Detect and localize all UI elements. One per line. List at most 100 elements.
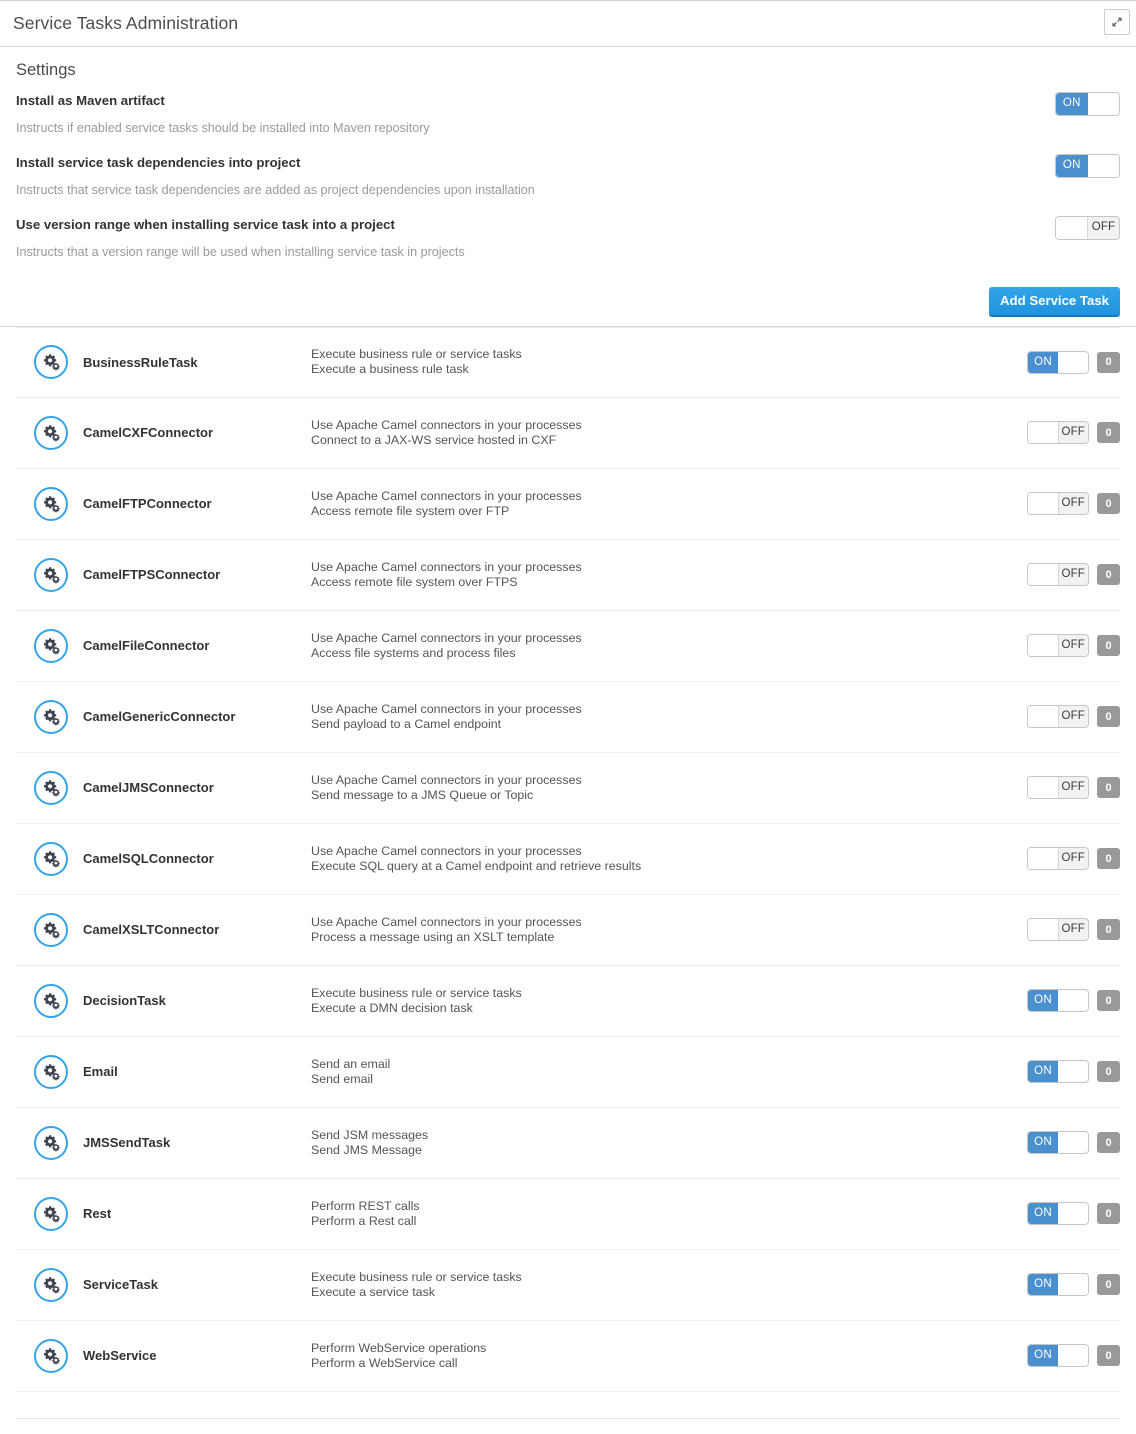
task-description: Execute business rule or service tasks Ex…	[311, 347, 1120, 377]
toggle-knob	[1058, 1345, 1088, 1367]
task-controls: ON 0	[1027, 1344, 1120, 1368]
task-description-line1: Use Apache Camel connectors in your proc…	[311, 843, 582, 858]
toggle-task-enabled[interactable]: ON	[1027, 1202, 1089, 1226]
task-description-line1: Use Apache Camel connectors in your proc…	[311, 914, 582, 929]
task-description-line2: Send JMS Message	[311, 1142, 422, 1157]
task-description: Perform WebService operations Perform a W…	[311, 1341, 1120, 1371]
task-name: BusinessRuleTask	[83, 354, 198, 370]
task-description: Execute business rule or service tasks Ex…	[311, 986, 1120, 1016]
task-description: Use Apache Camel connectors in your proc…	[311, 702, 1120, 732]
task-description-line2: Execute a DMN decision task	[311, 1000, 473, 1015]
task-row: ServiceTask Execute business rule or serv…	[16, 1250, 1120, 1321]
toggle-use-version-range[interactable]: OFF	[1055, 216, 1120, 240]
task-name: DecisionTask	[83, 993, 166, 1009]
task-name: CamelFTPSConnector	[83, 567, 221, 583]
toggle-knob	[1028, 919, 1058, 941]
task-description-line2: Send email	[311, 1071, 373, 1086]
task-description-line2: Connect to a JAX-WS service hosted in CX…	[311, 432, 557, 447]
task-usage-count-badge: 0	[1097, 1132, 1120, 1154]
toggle-knob	[1056, 217, 1087, 239]
task-description-line1: Send an email	[311, 1056, 391, 1071]
task-usage-count-badge: 0	[1097, 919, 1120, 941]
task-description-line1: Use Apache Camel connectors in your proc…	[311, 559, 582, 574]
toggle-task-enabled[interactable]: ON	[1027, 1344, 1089, 1368]
toggle-off-label: OFF	[1057, 422, 1088, 444]
task-row: JMSSendTask Send JSM messages Send JMS Mes…	[16, 1108, 1120, 1179]
toggle-off-label: OFF	[1057, 706, 1088, 728]
toggle-knob	[1028, 635, 1058, 657]
toggle-knob	[1028, 848, 1058, 870]
toggle-on-label: ON	[1028, 1345, 1058, 1367]
toggle-off-label: OFF	[1057, 635, 1088, 657]
setting-description: Instructs that a version range will be u…	[16, 245, 465, 259]
toggle-task-enabled[interactable]: OFF	[1027, 705, 1089, 729]
toggle-task-enabled[interactable]: ON	[1027, 350, 1089, 374]
toggle-task-enabled[interactable]: OFF	[1027, 563, 1089, 587]
task-description-line2: Execute a service task	[311, 1284, 435, 1299]
toggle-task-enabled[interactable]: OFF	[1027, 492, 1089, 516]
task-controls: ON 0	[1027, 350, 1120, 374]
task-name: Rest	[83, 1206, 112, 1222]
toggle-install-as-maven-artifact[interactable]: ON	[1055, 92, 1120, 116]
task-name: CamelCXFConnector	[83, 425, 214, 441]
toggle-on-label: ON	[1028, 1274, 1058, 1296]
gears-icon	[34, 912, 68, 947]
toggle-task-enabled[interactable]: ON	[1027, 1273, 1089, 1297]
task-description: Send an email Send email	[311, 1057, 1120, 1087]
task-controls: OFF 0	[1027, 634, 1120, 658]
toggle-task-enabled[interactable]: OFF	[1027, 421, 1089, 445]
toggle-knob	[1028, 706, 1058, 728]
task-description-line2: Execute SQL query at a Camel endpoint an…	[311, 858, 642, 873]
toggle-knob	[1028, 564, 1058, 586]
toggle-task-enabled[interactable]: OFF	[1027, 918, 1089, 942]
task-description-line2: Send message to a JMS Queue or Topic	[311, 787, 534, 802]
toggle-off-label: OFF	[1087, 217, 1119, 239]
gears-icon	[34, 983, 68, 1018]
toggle-task-enabled[interactable]: OFF	[1027, 634, 1089, 658]
expand-window-button[interactable]	[1104, 9, 1130, 35]
task-description: Use Apache Camel connectors in your proc…	[311, 631, 1120, 661]
task-description: Execute business rule or service tasks Ex…	[311, 1270, 1120, 1300]
gears-icon	[34, 345, 68, 380]
task-description-line1: Execute business rule or service tasks	[311, 347, 522, 362]
task-controls: OFF 0	[1027, 563, 1120, 587]
toggle-task-enabled[interactable]: OFF	[1027, 776, 1089, 800]
task-name: CamelJMSConnector	[83, 780, 214, 796]
list-footer-divider	[16, 1417, 1120, 1419]
task-description: Use Apache Camel connectors in your proc…	[311, 915, 1120, 945]
toggle-install-dependencies[interactable]: ON	[1055, 154, 1120, 178]
toggle-on-label: ON	[1028, 1203, 1058, 1225]
task-usage-count-badge: 0	[1097, 564, 1120, 586]
task-description: Use Apache Camel connectors in your proc…	[311, 560, 1120, 590]
task-controls: ON 0	[1027, 1060, 1120, 1084]
toggle-knob	[1058, 1203, 1088, 1225]
task-usage-count-badge: 0	[1097, 848, 1120, 870]
task-controls: OFF 0	[1027, 705, 1120, 729]
task-description-line2: Perform a WebService call	[311, 1355, 458, 1370]
toggle-off-label: OFF	[1057, 848, 1088, 870]
toggle-task-enabled[interactable]: ON	[1027, 989, 1089, 1013]
task-description-line2: Access remote file system over FTPS	[311, 574, 518, 589]
task-row: CamelFTPConnector Use Apache Camel connec…	[16, 469, 1120, 540]
toggle-on-label: ON	[1028, 990, 1058, 1012]
toggle-task-enabled[interactable]: ON	[1027, 1060, 1089, 1084]
toggle-knob	[1058, 351, 1088, 373]
task-usage-count-badge: 0	[1097, 1274, 1120, 1296]
task-name: WebService	[83, 1348, 157, 1364]
task-usage-count-badge: 0	[1097, 706, 1120, 728]
service-task-list: BusinessRuleTask Execute business rule or…	[0, 326, 1136, 1392]
toggle-task-enabled[interactable]: ON	[1027, 1131, 1089, 1155]
task-description-line1: Use Apache Camel connectors in your proc…	[311, 488, 582, 503]
toggle-task-enabled[interactable]: OFF	[1027, 847, 1089, 871]
toggle-on-label: ON	[1056, 155, 1088, 177]
task-controls: OFF 0	[1027, 847, 1120, 871]
gears-icon	[34, 486, 68, 521]
toggle-knob	[1058, 1132, 1088, 1154]
task-usage-count-badge: 0	[1097, 351, 1120, 373]
task-name: CamelXSLTConnector	[83, 922, 220, 938]
task-description: Use Apache Camel connectors in your proc…	[311, 773, 1120, 803]
add-service-task-button[interactable]: Add Service Task	[989, 287, 1120, 317]
toggle-off-label: OFF	[1057, 493, 1088, 515]
page-title: Service Tasks Administration	[13, 13, 239, 33]
gears-icon	[34, 1125, 68, 1160]
